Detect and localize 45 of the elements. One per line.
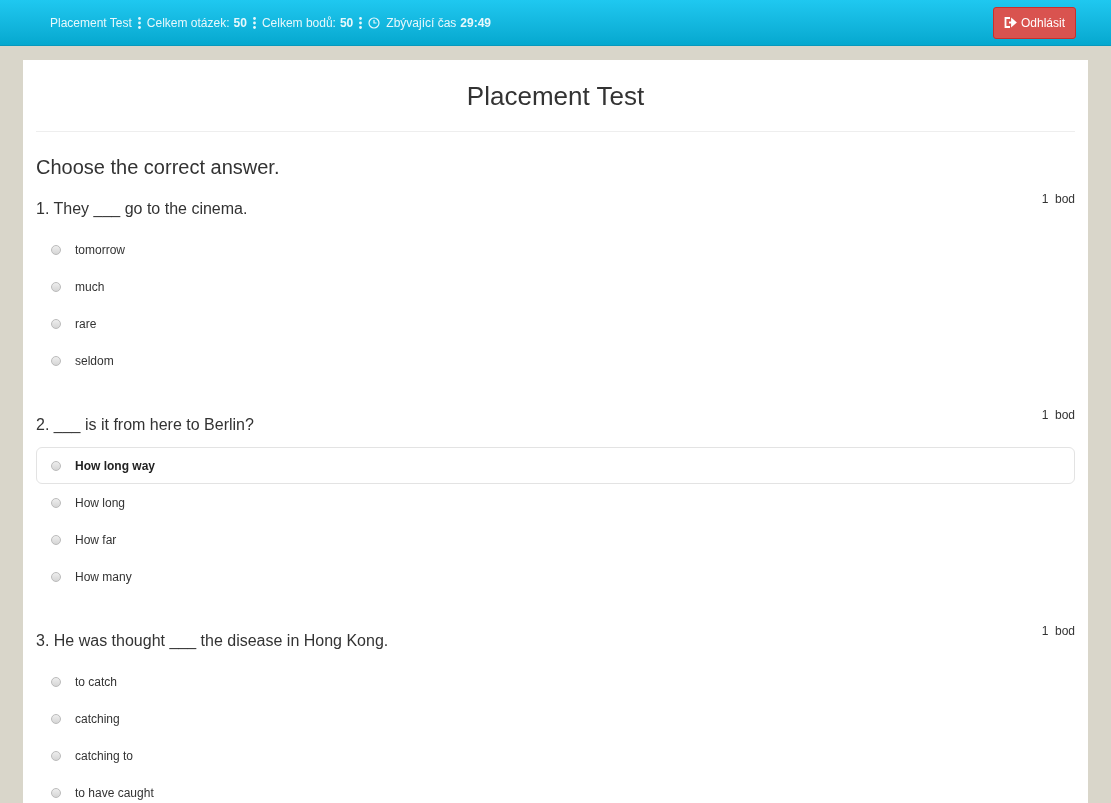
radio-button[interactable] — [51, 787, 61, 798]
answer-option[interactable]: much — [36, 268, 1075, 305]
question-text: 2. ___ is it from here to Berlin? — [36, 415, 254, 436]
radio-button[interactable] — [51, 244, 61, 255]
radio-button[interactable] — [51, 281, 61, 292]
answer-option[interactable]: rare — [36, 305, 1075, 342]
stat-value: 50 — [339, 14, 354, 32]
answer-option[interactable]: seldom — [36, 342, 1075, 379]
test-title: Placement Test — [36, 60, 1075, 132]
answer-option[interactable]: catching to — [36, 737, 1075, 774]
radio-button[interactable] — [51, 460, 61, 471]
radio-button[interactable] — [51, 750, 61, 761]
radio-button[interactable] — [51, 355, 61, 366]
points-label: 1 bod — [1041, 623, 1075, 640]
separator-dots-icon — [137, 16, 141, 29]
stat-label: Celkem bodů: — [261, 14, 336, 32]
answer-option[interactable]: How long way — [36, 447, 1075, 484]
clock-icon — [368, 16, 381, 29]
logout-icon — [1003, 17, 1017, 28]
points-label: 1 bod — [1041, 191, 1075, 208]
points-label: 1 bod — [1041, 407, 1075, 424]
question-text: 3. He was thought ___ the disease in Hong Kong. — [36, 631, 389, 652]
radio-button[interactable] — [51, 676, 61, 687]
answer-option[interactable]: to have caught — [36, 774, 1075, 803]
answer-option[interactable]: How long — [36, 484, 1075, 521]
stat-value: 50 — [233, 14, 247, 32]
radio-button[interactable] — [51, 534, 61, 545]
answer-option[interactable]: catching — [36, 700, 1075, 737]
stat-label: Zbývající čas — [386, 14, 457, 32]
radio-button[interactable] — [51, 318, 61, 329]
logout-button[interactable]: Odhlásit — [992, 6, 1076, 39]
instruction-heading: Choose the correct answer. — [36, 155, 281, 180]
answer-option[interactable]: to catch — [36, 663, 1075, 700]
test-name: Placement Test — [50, 14, 132, 32]
radio-button[interactable] — [51, 497, 61, 508]
radio-button[interactable] — [51, 571, 61, 582]
answer-option[interactable]: How far — [36, 521, 1075, 558]
stat-label: Celkem otázek: — [146, 14, 230, 32]
separator-dots-icon — [359, 16, 363, 29]
question-text: 1. They ___ go to the cinema. — [36, 199, 248, 220]
radio-button[interactable] — [51, 713, 61, 724]
answer-option[interactable]: How many — [36, 558, 1075, 595]
separator-dots-icon — [252, 16, 256, 29]
answer-option[interactable]: tomorrow — [36, 231, 1075, 268]
stat-value: 29:49 — [460, 14, 492, 32]
